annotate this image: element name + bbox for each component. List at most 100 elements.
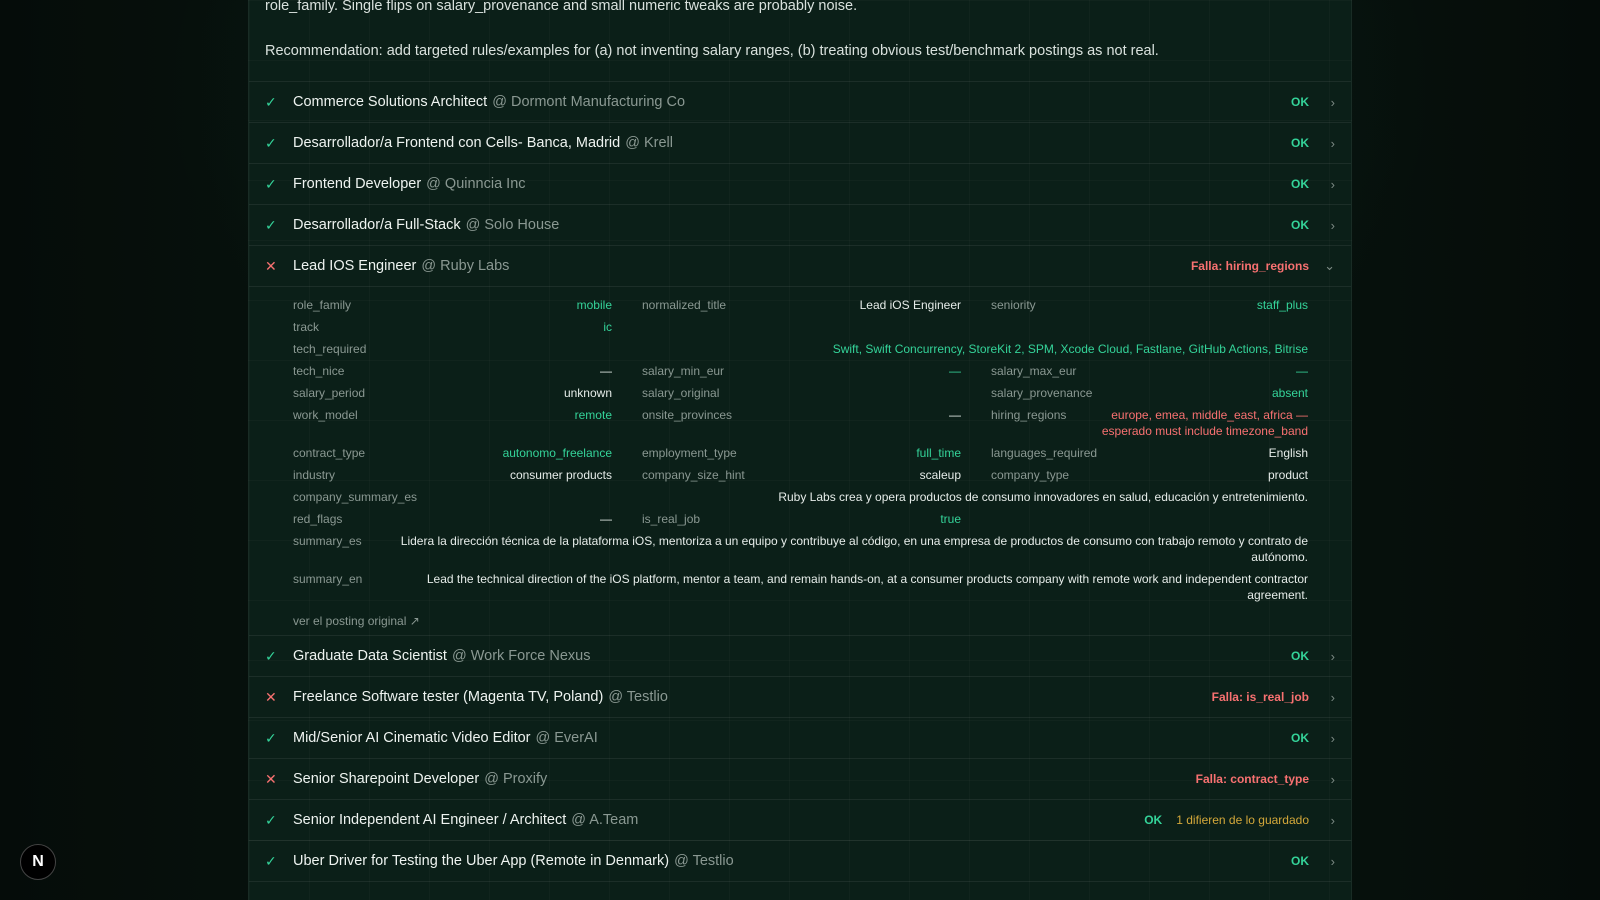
detail-panel: role_family mobile normalized_title Lead… xyxy=(249,287,1351,636)
result-row[interactable]: ✓ Commerce Solutions Architect @ Dormont… xyxy=(249,82,1351,123)
job-company: @ Quinncia Inc xyxy=(426,176,526,192)
field-value: full_time xyxy=(916,446,961,460)
field-value: Lidera la dirección técnica de la plataf… xyxy=(400,534,1308,548)
job-company: @ Proxify xyxy=(484,771,548,787)
status-badge: Falla: is_real_job xyxy=(1211,690,1309,704)
status-badge: OK xyxy=(1291,731,1309,745)
job-title: Freelance Software tester (Magenta TV, P… xyxy=(293,689,604,705)
field-value: — xyxy=(949,364,961,378)
chevron-right-icon[interactable]: › xyxy=(1317,649,1335,664)
field-value: agreement. xyxy=(1247,588,1308,602)
chevron-right-icon[interactable]: › xyxy=(1317,177,1335,192)
status-badge: Falla: hiring_regions xyxy=(1190,259,1309,273)
field-label: company_type xyxy=(991,468,1070,482)
job-title: Senior Independent AI Engineer / Archite… xyxy=(293,812,567,828)
result-row[interactable]: ✓ Uber Driver for Testing the Uber App (… xyxy=(249,841,1351,882)
check-icon: ✓ xyxy=(265,175,277,192)
job-title: Frontend Developer xyxy=(293,176,422,192)
check-icon: ✓ xyxy=(265,134,277,151)
x-icon: ✕ xyxy=(265,257,277,274)
field-value: Lead iOS Engineer xyxy=(859,298,961,312)
status-badge: OK xyxy=(1291,649,1309,663)
status-badge: OK xyxy=(1144,813,1163,827)
result-row[interactable]: ✓ Senior Independent AI Engineer / Archi… xyxy=(249,800,1351,841)
field-value: mobile xyxy=(576,298,612,312)
field-label: salary_max_eur xyxy=(991,364,1077,378)
job-company: @ Work Force Nexus xyxy=(451,648,591,664)
result-row[interactable]: ✓ Desarrollador/a Frontend con Cells- Ba… xyxy=(249,123,1351,164)
result-row[interactable]: ✓ Graduate Data Scientist @ Work Force N… xyxy=(249,636,1351,677)
job-company: @ EverAI xyxy=(535,730,598,746)
result-row[interactable]: ✓ Mid/Senior AI Cinematic Video Editor @… xyxy=(249,718,1351,759)
field-label: onsite_provinces xyxy=(642,408,733,422)
job-company: @ A.Team xyxy=(571,812,639,828)
job-title: Mid/Senior AI Cinematic Video Editor xyxy=(293,730,531,746)
result-row[interactable]: ✓ Frontend Developer @ Quinncia Inc OK › xyxy=(249,164,1351,205)
chevron-right-icon[interactable]: › xyxy=(1317,813,1335,828)
app-logo-button[interactable]: N xyxy=(20,844,56,880)
field-value: autónomo. xyxy=(1251,550,1308,564)
field-value: unknown xyxy=(563,386,612,400)
result-row[interactable]: ✓ Desarrollador/a Full-Stack @ Solo Hous… xyxy=(249,205,1351,246)
status-badge: OK xyxy=(1291,177,1309,191)
check-icon: ✓ xyxy=(265,729,277,746)
recommendation-line: Recommendation: add targeted rules/examp… xyxy=(265,43,1159,59)
x-icon: ✕ xyxy=(265,688,277,705)
chevron-right-icon[interactable]: › xyxy=(1317,731,1335,746)
field-label: red_flags xyxy=(293,512,343,526)
job-title: Commerce Solutions Architect xyxy=(293,94,488,110)
field-label: normalized_title xyxy=(642,298,727,312)
chevron-right-icon[interactable]: › xyxy=(1317,690,1335,705)
field-value: remote xyxy=(574,408,612,422)
results-panel: role_family. Single flips on salary_prov… xyxy=(248,0,1352,900)
original-posting-link[interactable]: ver el posting original ↗ xyxy=(293,613,420,629)
check-icon: ✓ xyxy=(265,93,277,110)
job-company: @ Ruby Labs xyxy=(421,258,510,274)
field-label: role_family xyxy=(293,298,352,312)
field-label: industry xyxy=(293,468,336,482)
field-value: — xyxy=(949,408,961,422)
summary-line: role_family. Single flips on salary_prov… xyxy=(265,0,858,14)
field-label: hiring_regions xyxy=(991,408,1067,422)
job-company: @ Solo House xyxy=(465,217,560,233)
field-label: company_size_hint xyxy=(642,468,745,482)
field-value: autonomo_freelance xyxy=(502,446,612,460)
result-row[interactable]: ✕ Freelance Software tester (Magenta TV,… xyxy=(249,677,1351,718)
field-label: track xyxy=(293,320,320,334)
job-company: @ Testlio xyxy=(608,689,668,705)
chevron-right-icon[interactable]: › xyxy=(1317,772,1335,787)
chevron-right-icon[interactable]: › xyxy=(1317,95,1335,110)
field-value: true xyxy=(940,512,961,526)
x-icon: ✕ xyxy=(265,770,277,787)
field-value: Ruby Labs crea y opera productos de cons… xyxy=(778,490,1308,504)
field-label: salary_period xyxy=(293,386,366,400)
field-label: is_real_job xyxy=(642,512,701,526)
status-badge: OK xyxy=(1291,218,1309,232)
field-value: English xyxy=(1268,446,1308,460)
chevron-right-icon[interactable]: › xyxy=(1317,136,1335,151)
field-value: product xyxy=(1267,468,1308,482)
field-value: absent xyxy=(1271,386,1308,400)
chevron-right-icon[interactable]: › xyxy=(1317,854,1335,869)
result-row[interactable]: ✕ Senior Sharepoint Developer @ Proxify … xyxy=(249,759,1351,800)
field-value: ic xyxy=(603,320,612,334)
status-badge: OK xyxy=(1291,854,1309,868)
field-value-error: europe, emea, middle_east, africa — xyxy=(1111,408,1308,422)
status-badge: OK xyxy=(1291,95,1309,109)
field-label: employment_type xyxy=(642,446,737,460)
field-label: seniority xyxy=(991,298,1036,312)
field-label: tech_nice xyxy=(293,364,345,378)
field-label: work_model xyxy=(293,408,358,422)
result-row-expanded[interactable]: ✕ Lead IOS Engineer @ Ruby Labs Falla: h… xyxy=(249,246,1351,287)
chevron-right-icon[interactable]: › xyxy=(1317,218,1335,233)
field-label: salary_original xyxy=(642,386,720,400)
field-label: summary_en xyxy=(293,572,363,586)
job-title: Graduate Data Scientist xyxy=(293,648,447,664)
field-label: salary_provenance xyxy=(991,386,1093,400)
field-label: tech_required xyxy=(293,342,367,356)
chevron-down-icon[interactable]: ⌄ xyxy=(1317,258,1335,274)
field-value-error: esperado must include timezone_band xyxy=(1101,424,1308,438)
diff-badge: 1 difieren de lo guardado xyxy=(1176,813,1309,827)
job-title: Desarrollador/a Full-Stack xyxy=(293,217,461,233)
field-value: consumer products xyxy=(509,468,612,482)
